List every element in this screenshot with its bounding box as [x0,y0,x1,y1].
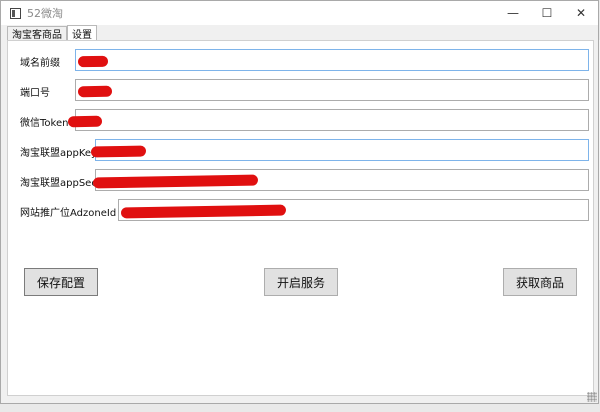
app-window: 52微淘 — ☐ ✕ 淘宝客商品 设置 域名前缀 端口号 微信Token 淘宝联… [0,0,599,404]
form-row-wechat-token: 微信Token [8,109,593,133]
form-row-appkey: 淘宝联盟appKey [8,139,593,163]
appsecret-label: 淘宝联盟appSec [20,178,97,189]
save-config-button[interactable]: 保存配置 [24,268,98,296]
wechat-token-label: 微信Token [20,118,69,129]
domain-prefix-input[interactable] [75,49,589,71]
form-row-adzone-id: 网站推广位AdzoneId [8,199,593,223]
start-service-button[interactable]: 开启服务 [264,268,338,296]
minimize-button[interactable]: — [496,1,530,25]
tab-taobaoke-products[interactable]: 淘宝客商品 [7,26,67,41]
window-controls: — ☐ ✕ [496,1,598,25]
redaction-mark [90,145,147,158]
settings-panel: 域名前缀 端口号 微信Token 淘宝联盟appKey 淘宝联盟appSec 网… [7,40,594,396]
close-button[interactable]: ✕ [564,1,598,25]
tab-strip: 淘宝客商品 设置 [7,25,97,41]
adzone-id-label: 网站推广位AdzoneId [20,208,117,219]
wechat-token-input[interactable] [75,109,589,131]
window-title: 52微淘 [27,7,63,20]
appkey-label: 淘宝联盟appKey [20,148,97,159]
title-bar[interactable]: 52微淘 — ☐ ✕ [1,1,598,25]
port-label: 端口号 [20,88,50,99]
form-row-appsecret: 淘宝联盟appSec [8,169,593,193]
domain-prefix-label: 域名前缀 [20,58,60,69]
app-icon [10,7,21,19]
redaction-mark [77,85,113,98]
form-row-port: 端口号 [8,79,593,103]
appkey-input[interactable] [95,139,589,161]
fetch-products-button[interactable]: 获取商品 [503,268,577,296]
maximize-button[interactable]: ☐ [530,1,564,25]
redaction-mark [77,55,109,68]
resize-grip[interactable] [587,392,597,402]
form-row-domain-prefix: 域名前缀 [8,49,593,73]
port-input[interactable] [75,79,589,101]
redaction-mark [67,115,103,128]
tab-settings[interactable]: 设置 [67,25,97,41]
